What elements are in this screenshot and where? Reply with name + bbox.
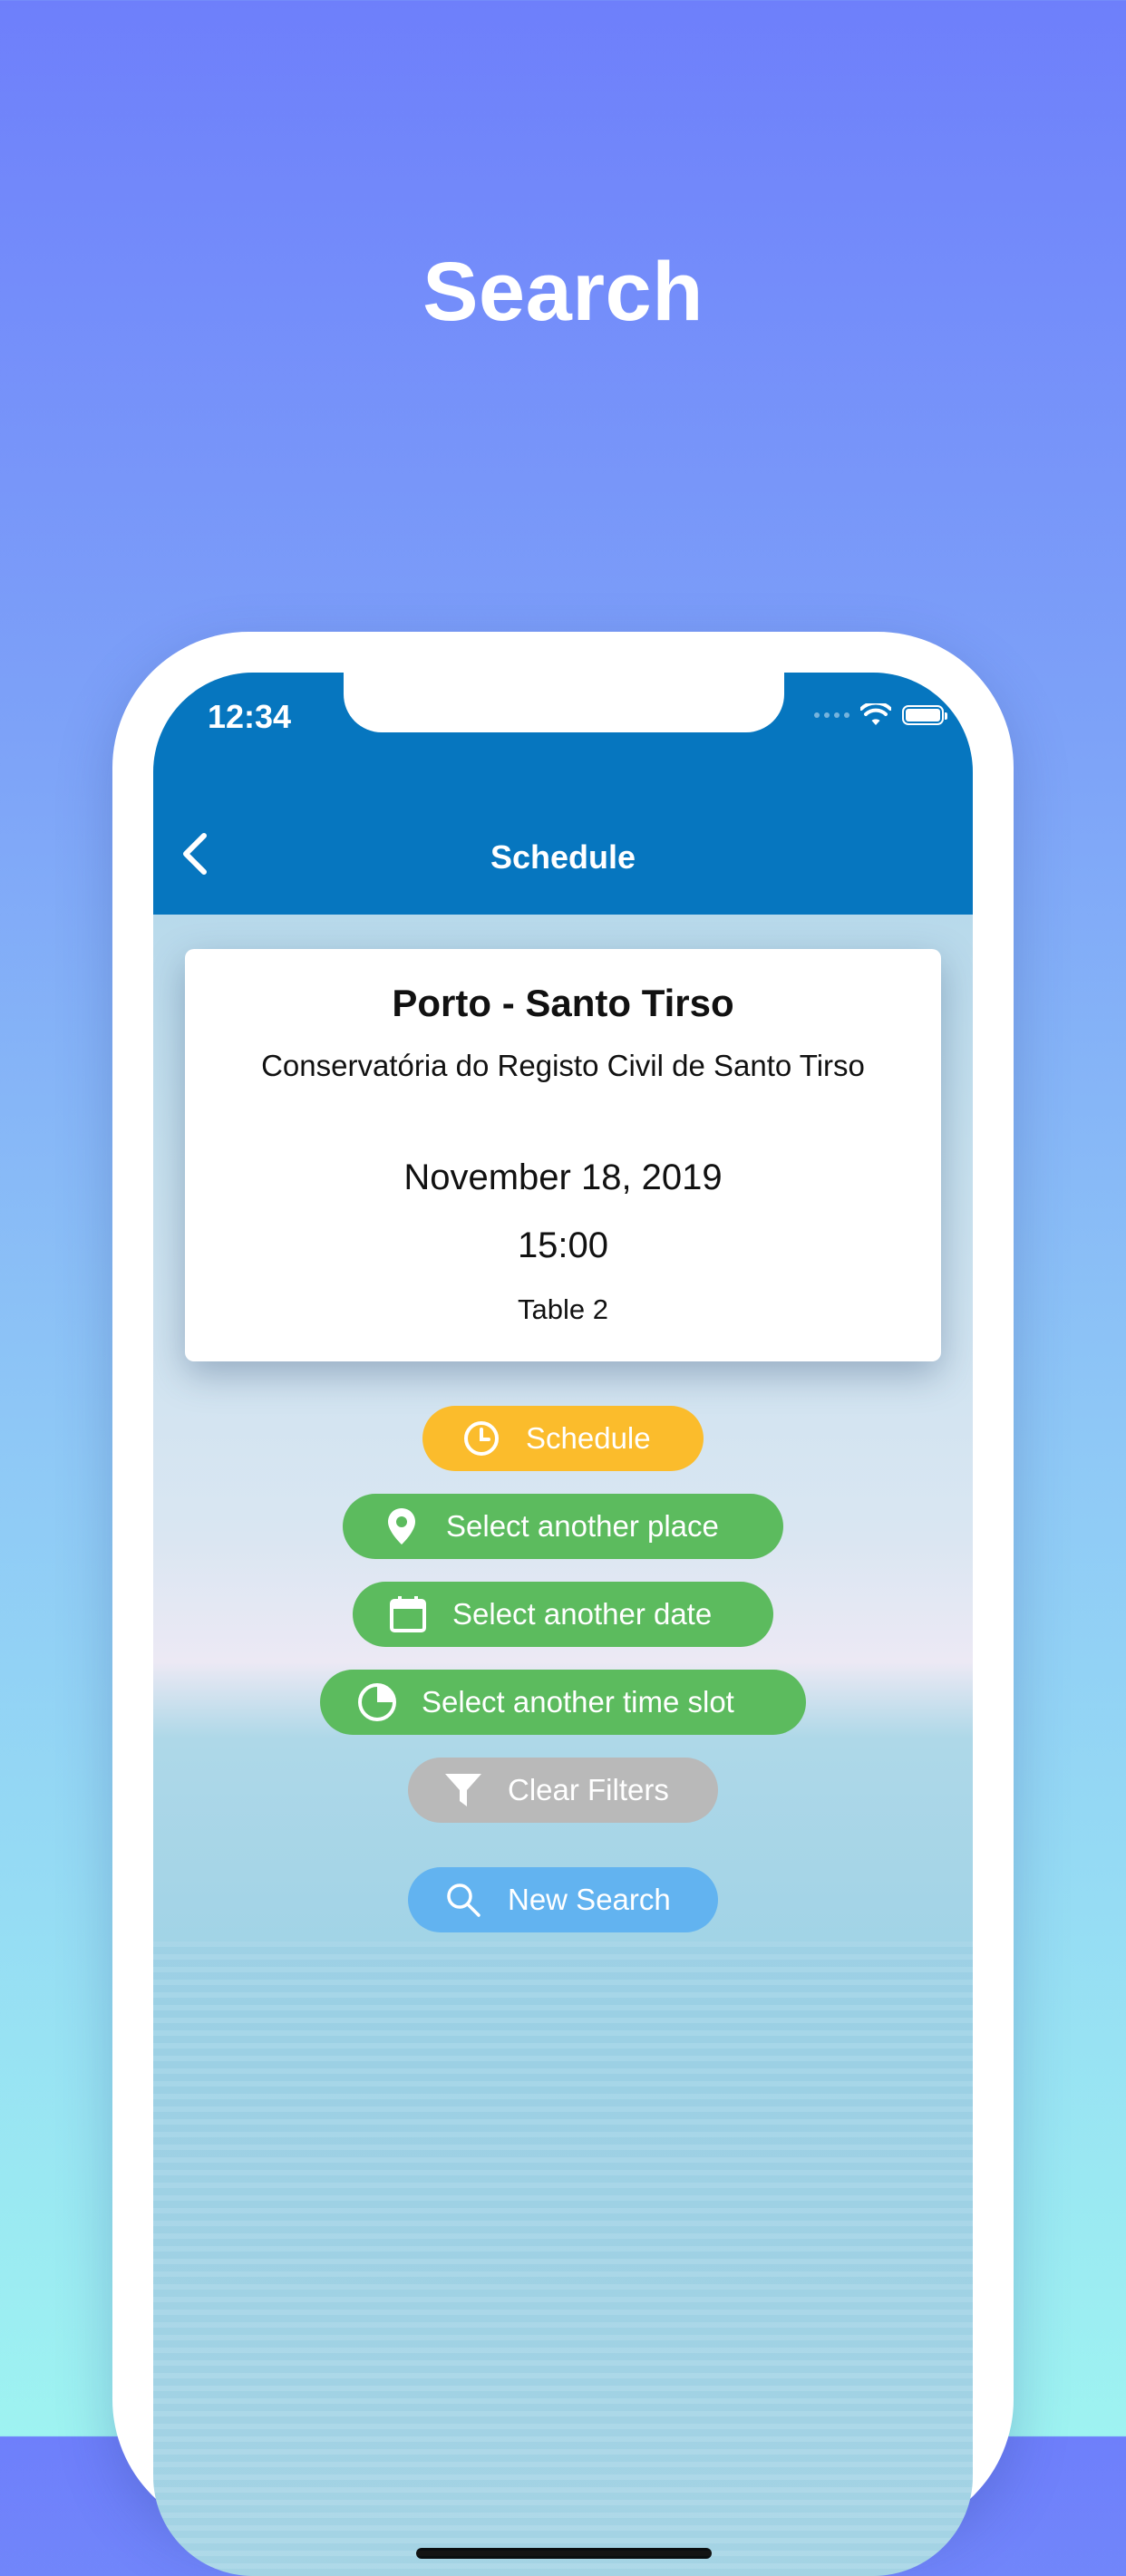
- clock-icon: [457, 1414, 506, 1463]
- clear-filters-label: Clear Filters: [508, 1773, 669, 1806]
- pie-chart-icon: [353, 1678, 402, 1727]
- battery-icon: [902, 705, 947, 725]
- select-place-button[interactable]: Select another place: [343, 1494, 783, 1559]
- appointment-time: 15:00: [517, 1225, 609, 1265]
- appointment-table: Table 2: [518, 1293, 608, 1325]
- home-indicator[interactable]: [416, 2548, 712, 2559]
- app-screen: 12:34 Schedule Porto - Santo Tirso Conse…: [153, 673, 973, 2576]
- new-search-label: New Search: [508, 1883, 671, 1916]
- app-bar: 12:34 Schedule: [153, 673, 973, 915]
- new-search-button[interactable]: New Search: [408, 1867, 718, 1932]
- appointment-card: Porto - Santo Tirso Conservatória do Reg…: [185, 949, 941, 1361]
- office-name: Conservatória do Registo Civil de Santo …: [261, 1049, 865, 1082]
- status-icons: [814, 703, 947, 727]
- select-time-slot-button[interactable]: Select another time slot: [320, 1670, 806, 1735]
- status-time: 12:34: [208, 698, 292, 735]
- appointment-date: November 18, 2019: [403, 1157, 723, 1197]
- filter-icon: [439, 1766, 488, 1815]
- nav-title: Schedule: [490, 838, 636, 876]
- calendar-icon: [383, 1590, 432, 1639]
- map-pin-icon: [377, 1502, 426, 1551]
- place-name: Porto - Santo Tirso: [392, 982, 734, 1024]
- schedule-button[interactable]: Schedule: [422, 1406, 704, 1471]
- signal-icon: [814, 712, 849, 718]
- select-date-button[interactable]: Select another date: [353, 1582, 773, 1647]
- phone-notch: [344, 673, 784, 732]
- wifi-icon: [860, 703, 891, 725]
- select-place-label: Select another place: [446, 1509, 719, 1543]
- hero-title: Search: [422, 246, 704, 338]
- phone-frame: 12:34 Schedule Porto - Santo Tirso Conse…: [112, 632, 1014, 2576]
- select-time-slot-label: Select another time slot: [422, 1685, 734, 1719]
- schedule-button-label: Schedule: [526, 1421, 651, 1455]
- search-icon: [439, 1875, 488, 1924]
- clear-filters-button[interactable]: Clear Filters: [408, 1758, 718, 1823]
- select-date-label: Select another date: [452, 1597, 713, 1631]
